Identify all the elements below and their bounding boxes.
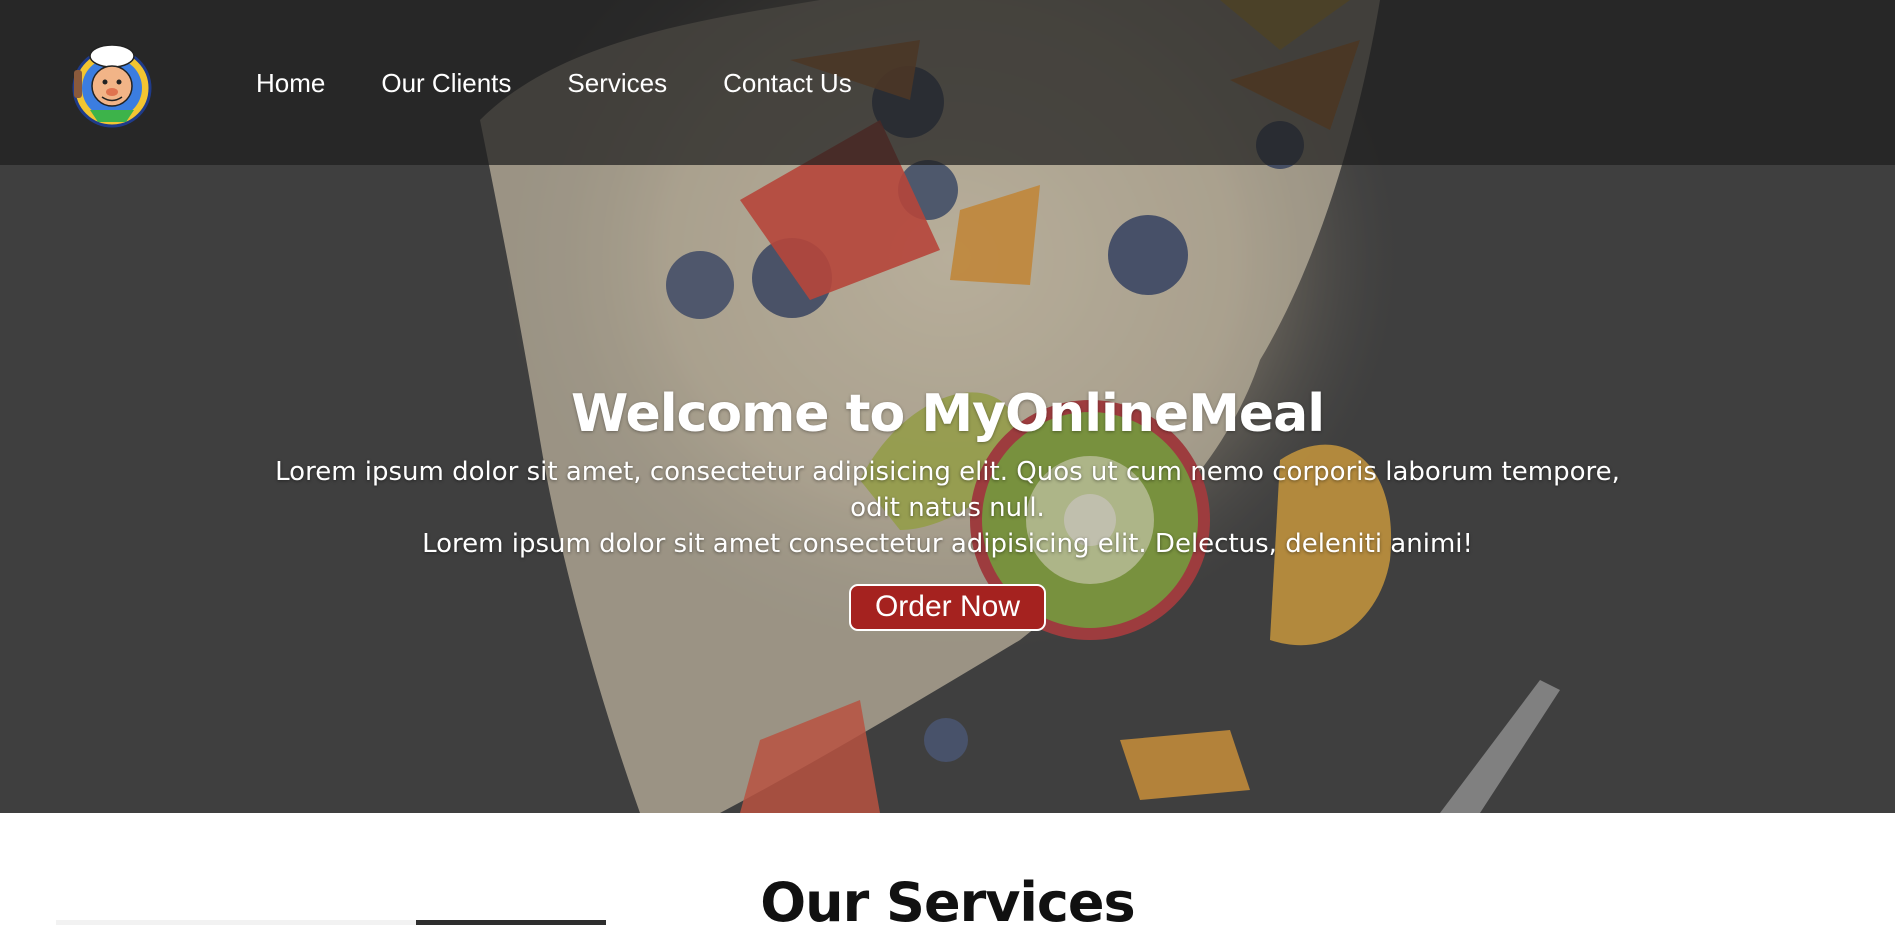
services-section: Our Services [0, 813, 1895, 934]
hero-text-line-2: Lorem ipsum dolor sit amet consectetur a… [422, 529, 1473, 559]
service-card-edge [416, 920, 606, 925]
hero-text-line-1: Lorem ipsum dolor sit amet, consectetur … [275, 457, 1620, 523]
hero-title: Welcome to MyOnlineMeal [570, 384, 1325, 444]
main-nav: Home Our Clients Services Contact Us [256, 66, 852, 100]
hero-content: Welcome to MyOnlineMeal Lorem ipsum dolo… [0, 380, 1895, 631]
hero-description: Lorem ipsum dolor sit amet, consectetur … [248, 454, 1648, 562]
chef-mascot-icon[interactable] [60, 40, 164, 128]
nav-services-link[interactable]: Services [567, 66, 667, 100]
order-now-button[interactable]: Order Now [848, 584, 1047, 631]
nav-our-clients-link[interactable]: Our Clients [381, 66, 511, 100]
hero-section: Home Our Clients Services Contact Us Wel… [0, 0, 1895, 813]
top-navbar: Home Our Clients Services Contact Us [0, 0, 1895, 165]
service-card-edge [56, 920, 416, 925]
services-title: Our Services [760, 871, 1135, 934]
nav-contact-us-link[interactable]: Contact Us [723, 66, 852, 100]
nav-home-link[interactable]: Home [256, 66, 325, 100]
